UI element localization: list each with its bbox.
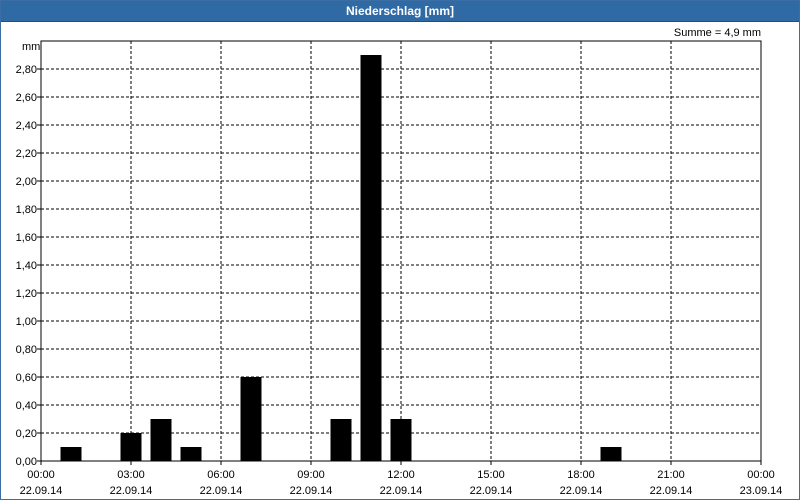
y-tick-label: 2,80 (16, 64, 37, 76)
x-tick-labels: 00:00 22.09.14 03:00 22.09.14 06:00 22.09.14 0… (20, 469, 783, 497)
x-tick-date: 22.09.14 (650, 485, 693, 497)
y-tick-label: 0,40 (16, 400, 37, 412)
bar (360, 55, 382, 461)
x-tick-time: 06:00 (207, 469, 235, 481)
y-tick-label: 0,00 (16, 456, 37, 468)
bar (600, 447, 622, 461)
y-tick-label: 1,00 (16, 316, 37, 328)
x-tick-time: 03:00 (117, 469, 145, 481)
x-tick-date: 22.09.14 (380, 485, 423, 497)
x-tick-date: 22.09.14 (200, 485, 243, 497)
x-tick-time: 12:00 (387, 469, 415, 481)
grid (37, 41, 762, 465)
x-tick-date: 22.09.14 (110, 485, 153, 497)
y-tick-label: 1,80 (16, 204, 37, 216)
y-tick-labels: 0,00 0,20 0,40 0,60 0,80 1,00 1,20 1,40 1,60 1,80… (16, 64, 37, 468)
x-tick-date: 23.09.14 (740, 485, 783, 497)
x-tick-date: 22.09.14 (470, 485, 513, 497)
y-tick-label: 0,80 (16, 344, 37, 356)
x-tick-time: 15:00 (477, 469, 505, 481)
bar (60, 447, 82, 461)
y-tick-label: 2,20 (16, 148, 37, 160)
x-tick-time: 00:00 (747, 469, 775, 481)
precipitation-chart: mm 0,00 0,20 0,40 0,60 0,80 1,00 1,20 1,40 1,60 1… (16, 40, 783, 497)
y-tick-label: 2,40 (16, 120, 37, 132)
bar (330, 419, 352, 461)
x-tick-date: 22.09.14 (20, 485, 63, 497)
bar (180, 447, 202, 461)
x-tick-time: 00:00 (27, 469, 55, 481)
x-tick-time: 18:00 (567, 469, 595, 481)
y-tick-label: 1,40 (16, 260, 37, 272)
bar (240, 377, 262, 461)
y-tick-label: 2,60 (16, 92, 37, 104)
y-tick-label: 1,20 (16, 288, 37, 300)
bars (60, 55, 622, 461)
y-tick-label: 0,20 (16, 428, 37, 440)
x-tick-date: 22.09.14 (290, 485, 333, 497)
bar (390, 419, 412, 461)
x-tick-time: 09:00 (297, 469, 325, 481)
y-axis-unit: mm (22, 41, 40, 53)
y-tick-label: 2,00 (16, 176, 37, 188)
x-tick-time: 21:00 (657, 469, 685, 481)
bar (150, 419, 172, 461)
y-tick-label: 0,60 (16, 372, 37, 384)
y-tick-label: 1,60 (16, 232, 37, 244)
x-tick-date: 22.09.14 (560, 485, 603, 497)
bar (120, 433, 142, 461)
